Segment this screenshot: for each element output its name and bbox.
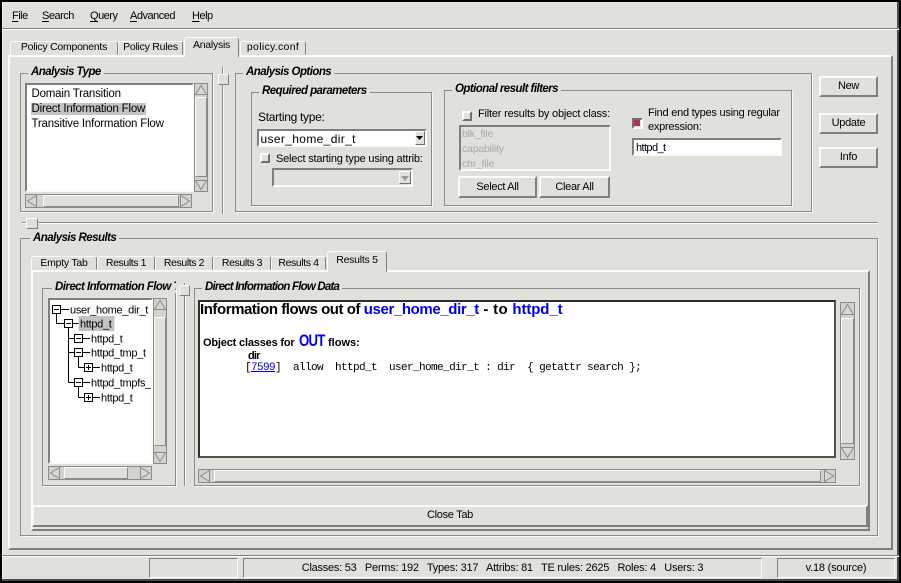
svg-text:user_home_dir_t: user_home_dir_t [70,305,148,317]
svg-text:httpd_t: httpd_t [80,319,112,331]
svg-text:httpd_tmpfs_t: httpd_tmpfs_t [91,378,151,390]
svg-text:httpd_t: httpd_t [101,363,133,375]
svg-text:httpd_t: httpd_t [101,393,133,405]
svg-text:httpd_t: httpd_t [91,334,123,346]
svg-text:httpd_tmp_t: httpd_tmp_t [91,348,146,360]
